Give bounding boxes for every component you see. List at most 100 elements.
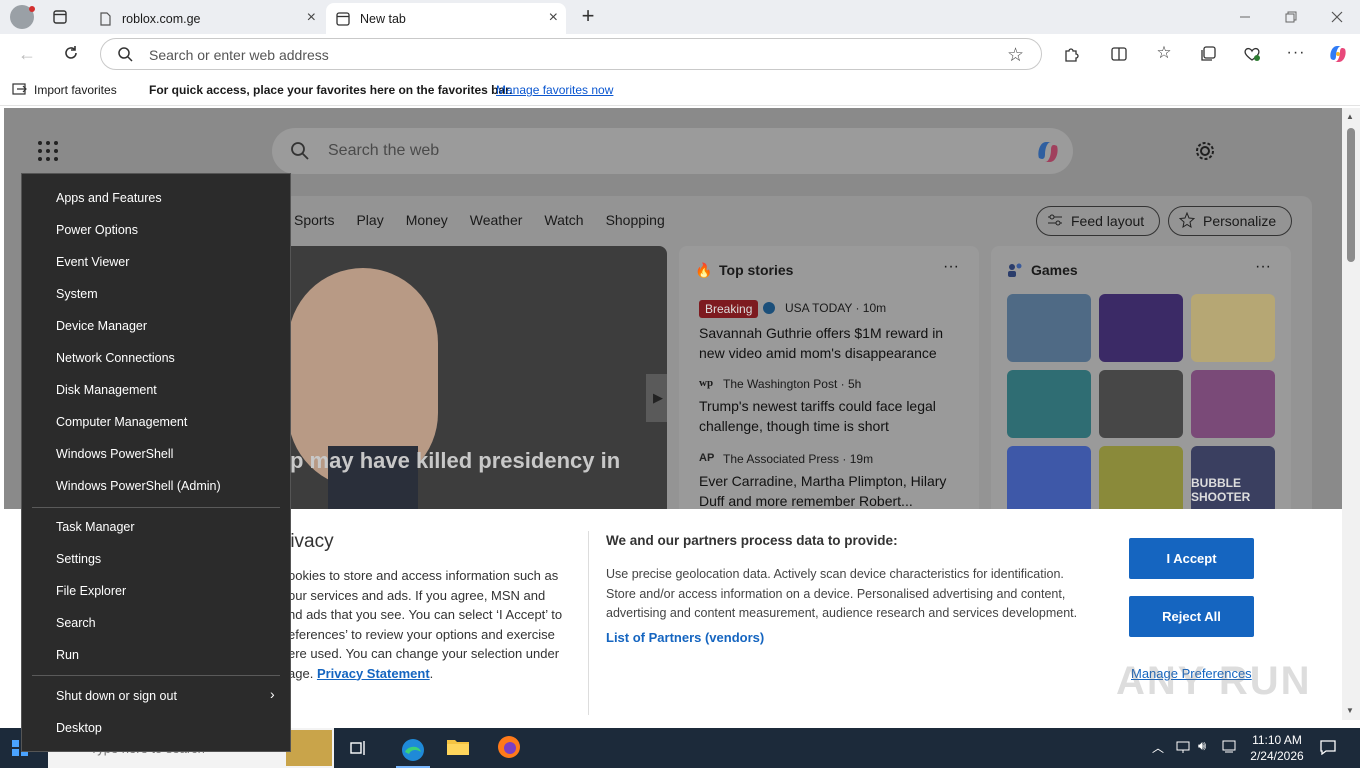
menu-item-computer-management[interactable]: Computer Management [56, 412, 187, 432]
edge-taskbar-icon[interactable] [396, 734, 430, 768]
scroll-up-icon[interactable]: ▲ [1346, 112, 1354, 121]
nav-sports[interactable]: Sports [294, 212, 334, 228]
menu-item-powershell-admin[interactable]: Windows PowerShell (Admin) [56, 476, 221, 496]
menu-item-shutdown[interactable]: Shut down or sign out [56, 686, 177, 706]
apps-grid-icon[interactable] [37, 140, 59, 162]
manage-favorites-link[interactable]: Manage favorites now [496, 83, 613, 97]
hero-card[interactable]: p may have killed presidency in ▶ [288, 246, 667, 516]
menu-item-task-manager[interactable]: Task Manager [56, 517, 135, 537]
back-arrow-icon[interactable]: ← [16, 43, 38, 65]
tab-new-tab[interactable]: New tab × [326, 3, 566, 34]
menu-item-network-connections[interactable]: Network Connections [56, 348, 175, 368]
menu-item-powershell[interactable]: Windows PowerShell [56, 444, 173, 464]
game-tile[interactable] [1007, 294, 1091, 362]
tab-bar: roblox.com.ge × New tab × + [0, 0, 1360, 34]
extensions-icon[interactable] [1060, 43, 1082, 65]
menu-item-power-options[interactable]: Power Options [56, 220, 138, 240]
menu-item-device-manager[interactable]: Device Manager [56, 316, 147, 336]
games-more-icon[interactable]: ··· [1255, 258, 1271, 276]
game-tile[interactable] [1099, 370, 1183, 438]
clock-date: 2/24/2026 [1250, 749, 1304, 763]
nav-money[interactable]: Money [406, 212, 448, 228]
close-tab-icon[interactable]: × [307, 9, 316, 27]
story-headline[interactable]: Savannah Guthrie offers $1M reward in ne… [699, 323, 959, 363]
favorites-message: For quick access, place your favorites h… [149, 83, 513, 97]
hero-next-arrow-icon[interactable]: ▶ [646, 374, 667, 422]
more-options-icon[interactable]: ··· [1285, 42, 1307, 64]
story-headline[interactable]: Trump's newest tariffs could face legal … [699, 396, 959, 436]
accept-button[interactable]: I Accept [1129, 538, 1254, 579]
reject-all-button[interactable]: Reject All [1129, 596, 1254, 637]
task-view-icon[interactable] [350, 739, 368, 760]
game-tile[interactable] [1191, 370, 1275, 438]
new-tab-page-icon [336, 11, 350, 26]
address-placeholder: Search or enter web address [149, 47, 329, 63]
privacy-statement-link[interactable]: Privacy Statement [317, 666, 430, 681]
game-tile[interactable] [1007, 446, 1091, 514]
personalize-button[interactable]: Personalize [1168, 206, 1292, 236]
new-tab-plus-icon[interactable]: + [577, 3, 599, 28]
close-window-icon[interactable] [1326, 6, 1348, 28]
clock[interactable]: 11:10 AM 2/24/2026 [1244, 732, 1310, 764]
game-tile[interactable] [1007, 370, 1091, 438]
menu-item-event-viewer[interactable]: Event Viewer [56, 252, 129, 272]
web-search-box[interactable]: Search the web [272, 128, 1073, 174]
favorites-icon[interactable]: ☆ [1153, 42, 1175, 64]
menu-item-run[interactable]: Run [56, 645, 79, 665]
scroll-down-icon[interactable]: ▼ [1346, 706, 1354, 715]
top-stories-title: Top stories [719, 262, 794, 278]
nav-weather[interactable]: Weather [470, 212, 523, 228]
clock-time: 11:10 AM [1252, 733, 1302, 747]
anyrun-watermark: ANY RUN [1116, 659, 1312, 703]
privacy-body-line: eferences’ to review your options and ex… [288, 626, 555, 642]
show-hidden-icons-icon[interactable]: ︿ [1152, 739, 1164, 756]
game-tile[interactable] [1191, 294, 1275, 362]
tab-actions-icon[interactable] [50, 7, 70, 27]
menu-item-disk-management[interactable]: Disk Management [56, 380, 157, 400]
favorite-star-icon[interactable]: ☆ [1007, 44, 1024, 67]
nav-shopping[interactable]: Shopping [606, 212, 665, 228]
game-tile-bubble-shooter[interactable]: BUBBLE SHOOTER [1191, 446, 1275, 514]
nav-play[interactable]: Play [356, 212, 383, 228]
copilot-icon[interactable] [1326, 42, 1350, 66]
settings-gear-icon[interactable] [1194, 140, 1216, 165]
privacy-body-line: age. [288, 665, 314, 681]
scrollbar-thumb[interactable] [1347, 128, 1355, 262]
top-stories-more-icon[interactable]: ··· [943, 258, 959, 276]
usatoday-logo-icon [763, 302, 775, 314]
notifications-icon[interactable] [1320, 739, 1336, 758]
import-favorites-button[interactable]: Import favorites [34, 83, 117, 97]
minimize-icon[interactable] [1234, 6, 1256, 28]
language-icon[interactable] [1222, 739, 1236, 756]
firefox-icon[interactable] [496, 734, 522, 763]
volume-icon[interactable]: 🔊︎ [1198, 738, 1206, 754]
partners-text: Use precise geolocation data. Actively s… [606, 565, 1106, 624]
nav-watch[interactable]: Watch [544, 212, 583, 228]
collections-icon[interactable] [1197, 43, 1219, 65]
browser-essentials-icon[interactable] [1241, 43, 1263, 65]
menu-item-desktop[interactable]: Desktop [56, 718, 102, 738]
privacy-body-line: ere used. You can change your selection … [288, 646, 560, 661]
refresh-icon[interactable] [60, 42, 82, 64]
game-tile[interactable] [1099, 294, 1183, 362]
menu-item-file-explorer[interactable]: File Explorer [56, 581, 126, 601]
network-status-icon[interactable] [1176, 739, 1190, 756]
page-scrollbar[interactable]: ▲ ▼ [1342, 108, 1360, 720]
file-explorer-icon[interactable] [446, 737, 470, 760]
menu-item-search[interactable]: Search [56, 613, 96, 633]
restore-icon[interactable] [1280, 6, 1302, 28]
split-screen-icon[interactable] [1108, 43, 1130, 65]
story-headline[interactable]: Ever Carradine, Martha Plimpton, Hilary … [699, 471, 959, 511]
address-bar[interactable]: Search or enter web address ☆ [100, 38, 1042, 70]
tab-title: New tab [360, 11, 406, 26]
menu-item-apps-features[interactable]: Apps and Features [56, 188, 162, 208]
privacy-title: rivacy [284, 531, 334, 552]
feed-layout-button[interactable]: Feed layout [1036, 206, 1160, 236]
game-tile[interactable] [1099, 446, 1183, 514]
close-tab-icon[interactable]: × [549, 9, 558, 27]
partners-list-link[interactable]: List of Partners (vendors) [606, 630, 764, 645]
menu-item-system[interactable]: System [56, 284, 98, 304]
tab-roblox[interactable]: roblox.com.ge × [88, 3, 324, 34]
copilot-search-icon[interactable] [1034, 138, 1062, 169]
menu-item-settings[interactable]: Settings [56, 549, 101, 569]
